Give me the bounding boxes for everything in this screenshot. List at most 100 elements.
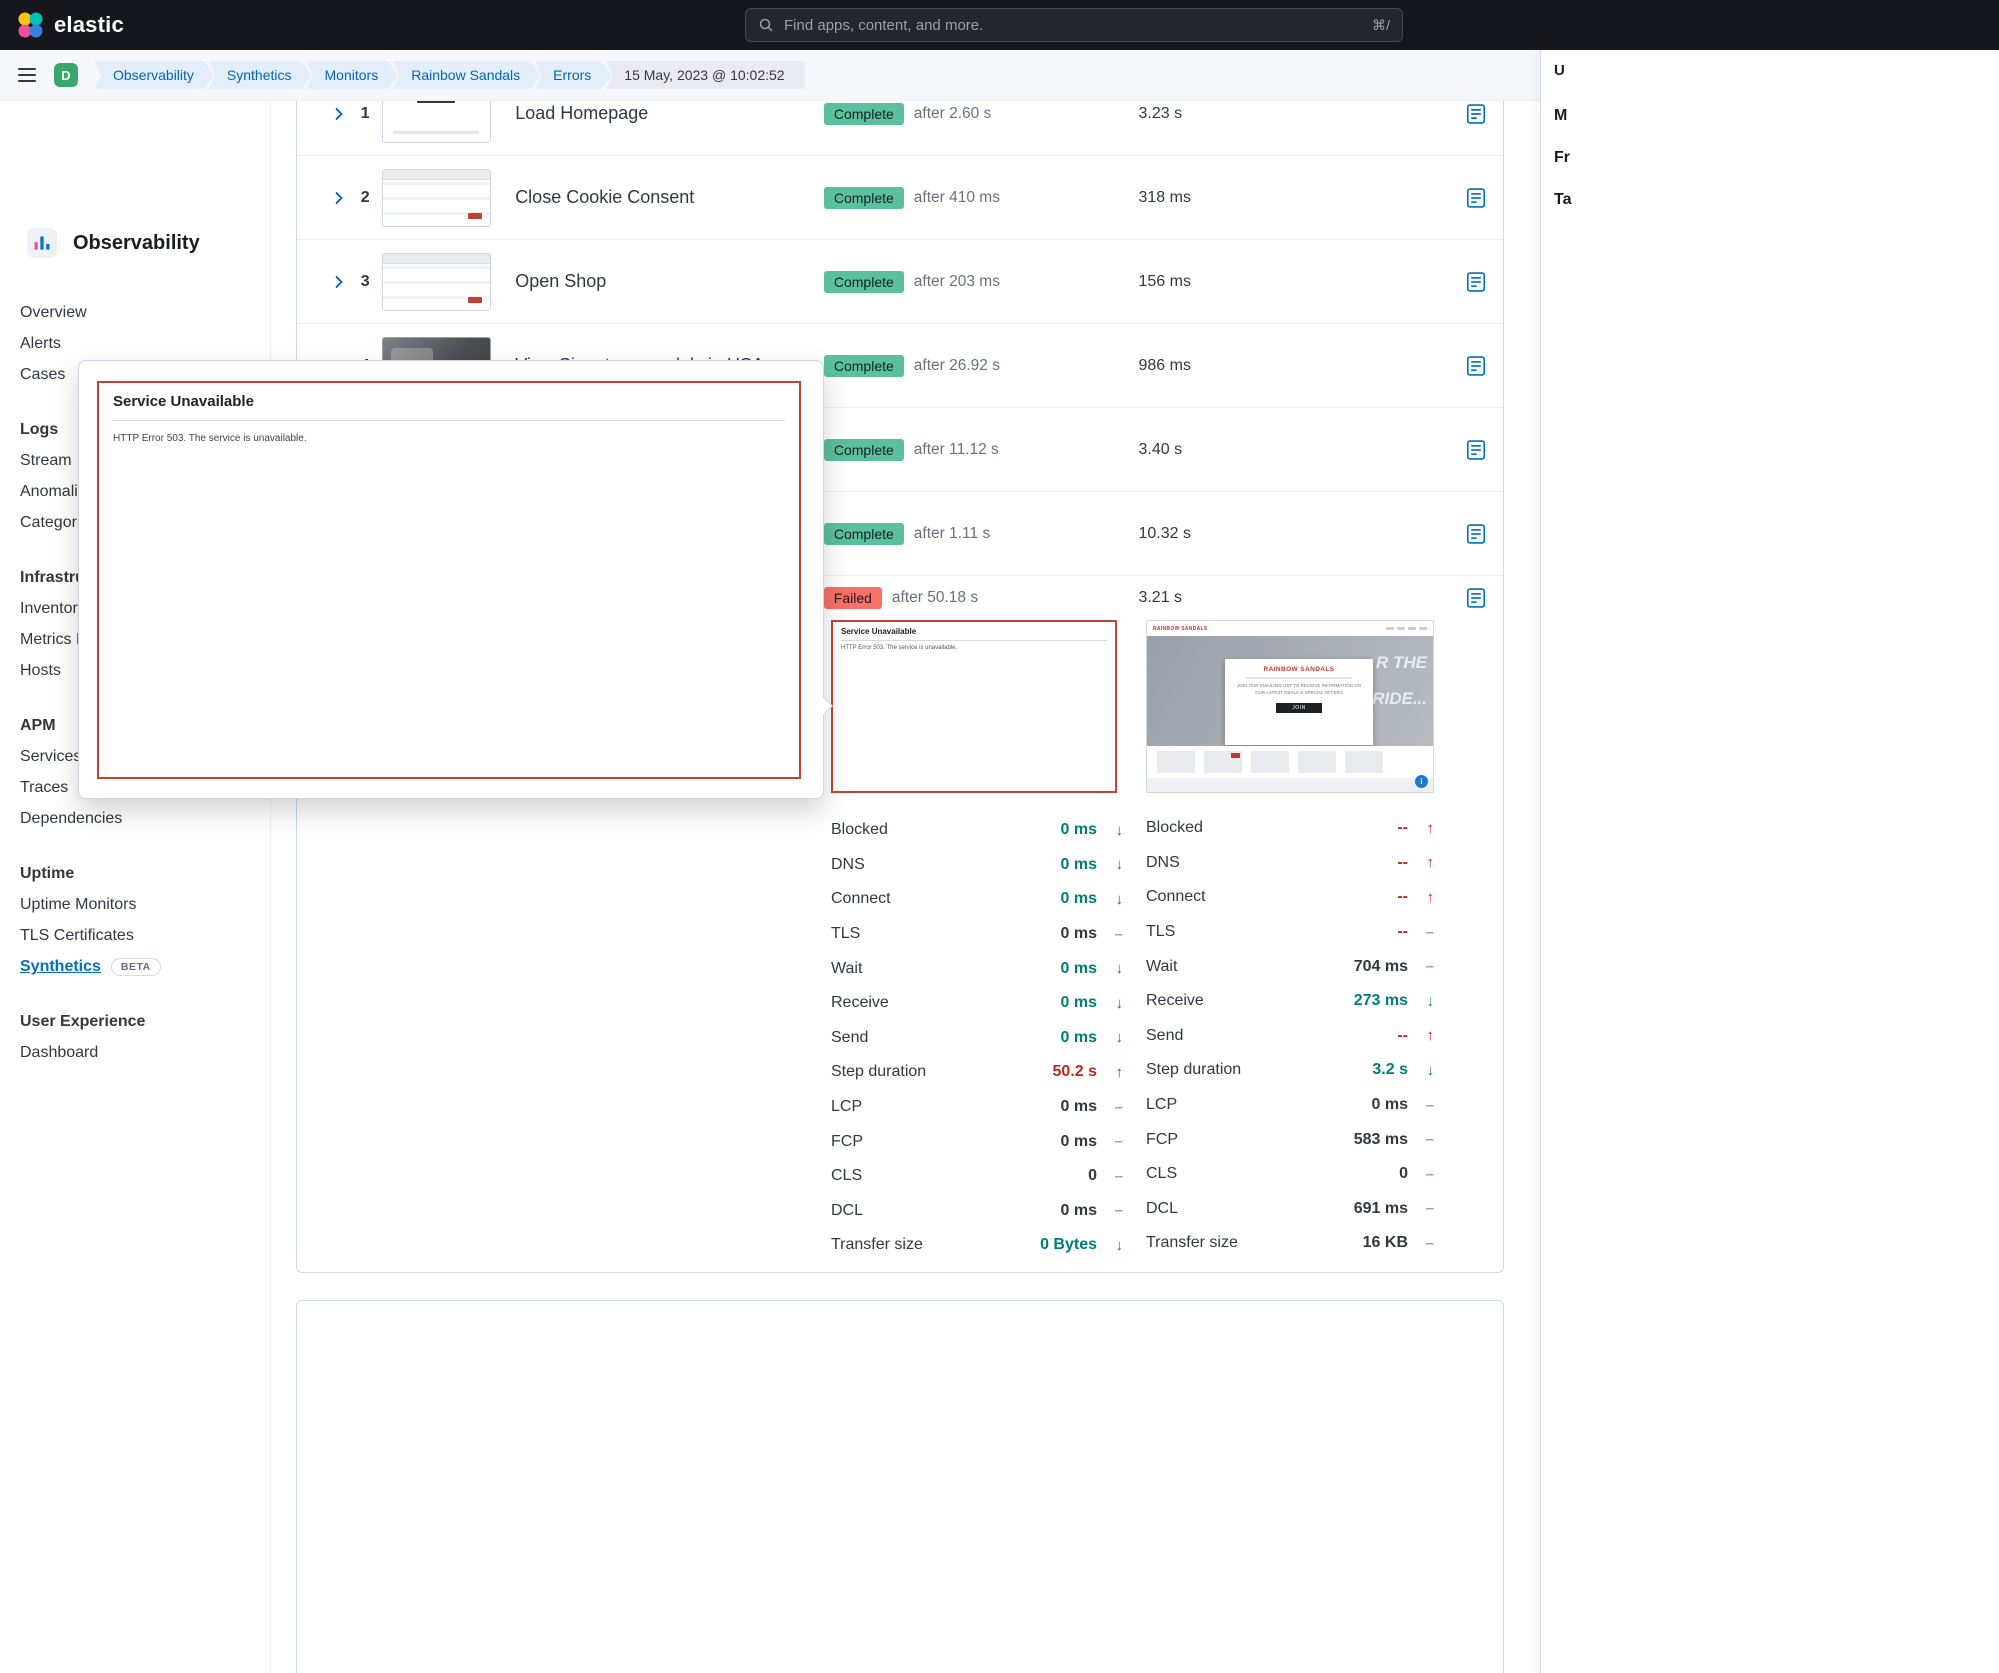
site-product-card (1251, 751, 1289, 773)
sidebar-item[interactable]: Alerts (0, 328, 270, 359)
flyout-panel: U M Fr Ta (1540, 50, 1999, 1673)
step-thumbnail[interactable] (382, 168, 501, 227)
search-input[interactable] (782, 15, 1365, 35)
step-status-group: Complete after 1.11 s (823, 522, 1139, 545)
metric-value: -- (1397, 853, 1408, 871)
metric-row: DCL 691 ms (1146, 1192, 1434, 1227)
step-screenshot-icon[interactable] (1465, 355, 1487, 377)
metric-row: FCP 0 ms (831, 1124, 1123, 1159)
space-avatar[interactable]: D (54, 63, 78, 87)
flyout-truncated-label: M (1554, 107, 1568, 124)
expand-chevron-icon[interactable] (331, 106, 361, 122)
sidebar-item[interactable]: User Experience (0, 1006, 270, 1037)
site-newsletter-modal: RAINBOW SANDALS JOIN OUR EMAILING LIST T… (1225, 659, 1373, 745)
beta-badge: BETA (110, 957, 161, 976)
metric-row: TLS 0 ms (831, 917, 1123, 952)
step-screenshot-icon[interactable] (1465, 523, 1487, 545)
metric-value: -- (1397, 819, 1408, 837)
expand-chevron-icon[interactable] (331, 274, 361, 290)
site-footer (1147, 778, 1433, 792)
site-screenshot[interactable]: R THE G RIDE... RAINBOW SANDALS RAINBOW … (1146, 620, 1434, 793)
metric-value: -- (1397, 888, 1408, 906)
step-status-group: Complete after 203 ms (823, 270, 1139, 293)
sidebar-item-label: User Experience (20, 1013, 146, 1030)
metric-label: Receive (831, 994, 889, 1012)
site-modal-button: JOIN (1276, 702, 1322, 713)
sidebar-item[interactable]: Synthetics BETA (0, 951, 270, 982)
sidebar-item[interactable]: Dashboard (0, 1037, 270, 1068)
metric-label: Blocked (831, 821, 888, 839)
metric-trend-icon (1097, 891, 1123, 908)
breadcrumb-item[interactable]: Monitors (307, 61, 399, 89)
metric-row: FCP 583 ms (1146, 1122, 1434, 1157)
global-search[interactable]: ⌘/ (745, 8, 1403, 42)
metric-label: LCP (831, 1098, 863, 1116)
status-badge: Complete (823, 354, 904, 377)
expand-chevron-icon[interactable] (331, 190, 361, 206)
step-screenshot-icon[interactable] (1465, 187, 1487, 209)
metric-label: DCL (1146, 1199, 1179, 1217)
metric-trend-icon (1097, 1237, 1123, 1254)
breadcrumb-item[interactable]: Errors (535, 61, 611, 89)
metric-label: Send (1146, 1026, 1184, 1044)
metric-label: Wait (831, 959, 863, 977)
metric-trend-icon (1097, 1099, 1123, 1116)
step-number: 3 (360, 272, 370, 290)
sidebar-item[interactable]: Uptime Monitors (0, 889, 270, 920)
step-thumbnail[interactable] (382, 252, 501, 311)
sidebar-title: Observability (73, 231, 200, 254)
step-after-label: after 26.92 s (913, 356, 1000, 374)
metric-label: Wait (1146, 957, 1178, 975)
sidebar-item-label: APM (20, 717, 56, 734)
site-modal-text: JOIN OUR EMAILING LIST TO RECEIVE INFORM… (1237, 683, 1361, 695)
step-screenshot-icon[interactable] (1465, 587, 1487, 609)
metric-row: LCP 0 ms (1146, 1088, 1434, 1123)
breadcrumb-item[interactable]: Synthetics (209, 61, 312, 89)
sidebar-item[interactable]: Dependencies (0, 803, 270, 834)
site-nav (1386, 627, 1427, 630)
elastic-logo[interactable]: elastic (16, 11, 124, 39)
metric-label: Connect (1146, 888, 1206, 906)
metric-label: Step duration (1146, 1061, 1242, 1079)
sidebar-item-label: Overview (20, 304, 87, 321)
metric-row: DCL 0 ms (831, 1194, 1123, 1229)
step-name[interactable]: Close Cookie Consent (501, 187, 824, 208)
error-screenshot[interactable]: Service Unavailable HTTP Error 503. The … (831, 620, 1117, 793)
step-screenshot-icon[interactable] (1465, 103, 1487, 125)
sidebar-item-label: Inventory (20, 600, 86, 617)
status-badge: Complete (823, 522, 904, 545)
step-duration: 3.23 s (1138, 104, 1183, 122)
metric-row: Connect 0 ms (831, 882, 1123, 917)
metric-trend-icon (1408, 958, 1434, 975)
sidebar-item[interactable]: TLS Certificates (0, 920, 270, 951)
sidebar-item[interactable]: Overview (0, 297, 270, 328)
breadcrumb-item[interactable]: Rainbow Sandals (393, 61, 540, 89)
step-row: 3 Open Shop Complete after 203 ms 156 ms (297, 240, 1503, 324)
site-product-strip (1147, 746, 1433, 778)
metric-value: 0 ms (1060, 855, 1097, 873)
metric-label: TLS (831, 925, 861, 943)
popover-message: HTTP Error 503. The service is unavailab… (113, 433, 307, 444)
site-modal-divider (1246, 677, 1352, 679)
step-status-group: Complete after 410 ms (823, 186, 1139, 209)
search-shortcut-hint: ⌘/ (1372, 16, 1390, 33)
site-product-card (1157, 751, 1195, 773)
breadcrumb-item[interactable]: 15 May, 2023 @ 10:02:52 (606, 61, 805, 89)
sidebar: Observability Overview Alerts Cases Logs… (0, 100, 271, 1673)
menu-icon[interactable] (18, 68, 36, 82)
metric-row: Receive 0 ms (831, 986, 1123, 1021)
step-duration: 3.40 s (1138, 440, 1183, 458)
step-name[interactable]: Load Homepage (501, 103, 824, 124)
breadcrumb-item[interactable]: Observability (95, 61, 214, 89)
step-after-label: after 410 ms (913, 188, 1000, 206)
step-screenshot-icon[interactable] (1465, 439, 1487, 461)
step-name[interactable]: Open Shop (501, 271, 824, 292)
step-screenshot-icon[interactable] (1465, 271, 1487, 293)
metric-trend-icon (1408, 924, 1434, 941)
step-thumbnail-image (382, 168, 492, 227)
metric-label: LCP (1146, 1096, 1178, 1114)
sidebar-item[interactable]: Uptime (0, 858, 270, 889)
step-after-label: after 11.12 s (913, 440, 999, 458)
error-popover: Service Unavailable HTTP Error 503. The … (78, 360, 824, 799)
metric-row: Connect -- (1146, 880, 1434, 915)
